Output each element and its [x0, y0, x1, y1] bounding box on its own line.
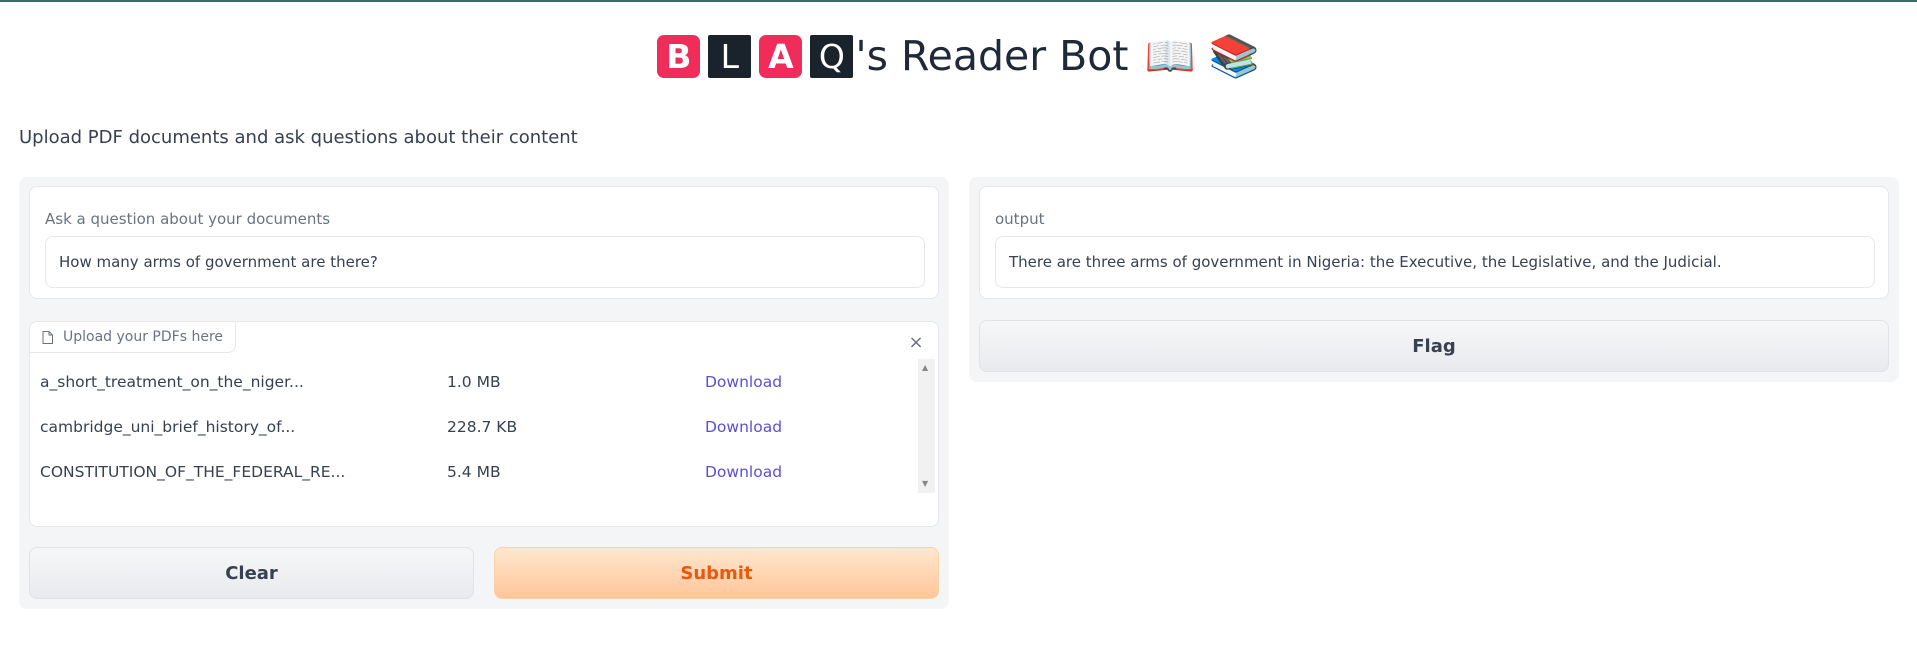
file-size: 228.7 KB — [447, 417, 518, 436]
file-icon — [42, 330, 53, 344]
question-block: Ask a question about your documents How … — [29, 186, 939, 299]
file-size: 1.0 MB — [447, 372, 501, 391]
submit-button[interactable]: Submit — [494, 547, 939, 599]
scroll-up-arrow-icon[interactable]: ▲ — [922, 364, 928, 372]
scroll-down-arrow-icon[interactable]: ▼ — [922, 480, 928, 488]
input-panel: Ask a question about your documents How … — [19, 177, 949, 609]
question-input[interactable]: How many arms of government are there? — [45, 236, 925, 288]
download-link[interactable]: Download — [705, 373, 782, 391]
title-tile-a: A — [759, 34, 803, 78]
file-list-scrollbar[interactable]: ▲ ▼ — [918, 359, 935, 493]
upload-label-tab: Upload your PDFs here — [30, 322, 237, 353]
download-link[interactable]: Download — [705, 418, 782, 436]
file-upload-block: Upload your PDFs here × a_short_treatmen… — [29, 321, 939, 527]
file-name: CONSTITUTION_OF_THE_FEDERAL_RE... — [40, 462, 346, 481]
page-subtitle: Upload PDF documents and ask questions a… — [19, 127, 578, 148]
page-title: B L A Q 's Reader Bot 📖 📚 — [0, 30, 1917, 82]
file-row: CONSTITUTION_OF_THE_FEDERAL_RE... 5.4 MB… — [30, 449, 920, 494]
file-list: a_short_treatment_on_the_niger... 1.0 MB… — [30, 359, 940, 493]
upload-label: Upload your PDFs here — [63, 329, 224, 345]
top-accent-line — [0, 0, 1917, 2]
output-block: output There are three arms of governmen… — [979, 186, 1889, 299]
file-name: cambridge_uni_brief_history_of... — [40, 417, 296, 436]
clear-button[interactable]: Clear — [29, 547, 474, 599]
close-icon[interactable]: × — [908, 334, 924, 352]
file-row: cambridge_uni_brief_history_of... 228.7 … — [30, 404, 920, 449]
download-link[interactable]: Download — [705, 463, 782, 481]
title-text: 's Reader Bot — [855, 32, 1129, 80]
output-label: output — [995, 210, 1045, 228]
title-tile-b: B — [657, 34, 701, 78]
file-row: a_short_treatment_on_the_niger... 1.0 MB… — [30, 359, 920, 404]
question-label: Ask a question about your documents — [45, 210, 331, 228]
file-size: 5.4 MB — [447, 462, 501, 481]
output-panel: output There are three arms of governmen… — [969, 177, 1899, 382]
title-tile-l: L — [708, 34, 752, 78]
books-emoji: 📖 📚 — [1144, 31, 1260, 80]
flag-button[interactable]: Flag — [979, 320, 1889, 372]
output-textbox[interactable]: There are three arms of government in Ni… — [995, 236, 1875, 288]
file-name: a_short_treatment_on_the_niger... — [40, 372, 304, 391]
title-tile-q: Q — [810, 34, 854, 78]
